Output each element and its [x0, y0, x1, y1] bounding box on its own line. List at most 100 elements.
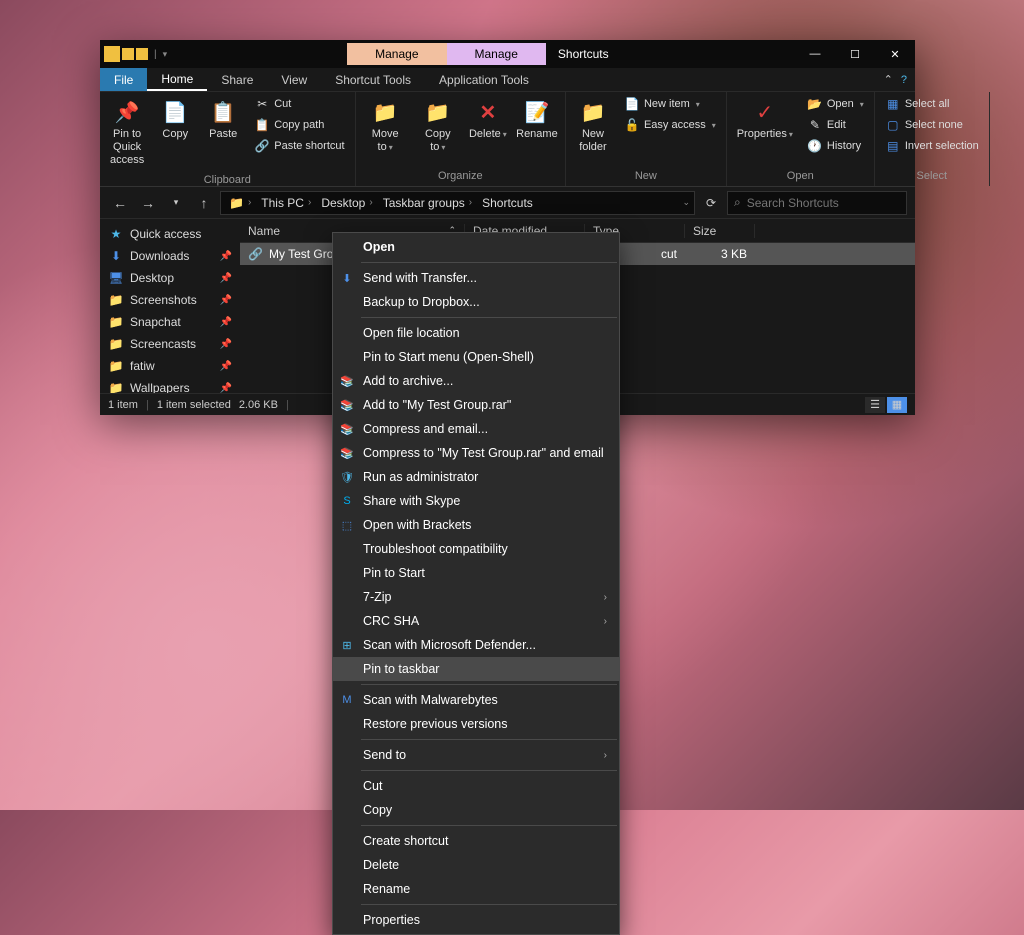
rename-button[interactable]: 📝 Rename [513, 94, 561, 145]
paste-button[interactable]: 📋 Paste [200, 94, 246, 145]
ctx-pin-start-shell[interactable]: Pin to Start menu (Open-Shell) [333, 345, 619, 369]
breadcrumb-dropdown-icon[interactable]: ⌄ [682, 197, 690, 208]
pin-quick-access-button[interactable]: 📌 Pin to Quick access [104, 94, 150, 172]
shortcut-icon: 🔗 [254, 138, 270, 154]
ctx-cut[interactable]: Cut [333, 774, 619, 798]
breadcrumb-item[interactable]: Desktop› [317, 196, 376, 210]
back-button[interactable]: ← [108, 191, 132, 215]
select-all-button[interactable]: ▦Select all [879, 94, 985, 114]
nav-screenshots[interactable]: 📁Screenshots📌 [100, 289, 240, 311]
copy-to-button[interactable]: 📁 Copy to▾ [413, 94, 463, 158]
tab-view[interactable]: View [267, 68, 321, 91]
breadcrumb[interactable]: 📁› This PC› Desktop› Taskbar groups› Sho… [220, 191, 695, 215]
new-item-button[interactable]: 📄New item▾ [618, 94, 722, 114]
copy-icon: 📄 [161, 98, 189, 126]
invert-selection-button[interactable]: ▤Invert selection [879, 136, 985, 156]
nav-wallpapers[interactable]: 📁Wallpapers📌 [100, 377, 240, 393]
titlebar[interactable]: | ▾ Manage Manage Shortcuts — ☐ ✕ [100, 40, 915, 68]
copy-path-button[interactable]: 📋Copy path [248, 115, 350, 135]
ctx-pin-start[interactable]: Pin to Start [333, 561, 619, 585]
properties-icon: ✓ [751, 98, 779, 126]
view-details-button[interactable]: ☰ [865, 397, 885, 413]
ctx-backup-dropbox[interactable]: Backup to Dropbox... [333, 290, 619, 314]
breadcrumb-item[interactable]: Shortcuts [478, 196, 537, 210]
move-to-button[interactable]: 📁 Move to▾ [360, 94, 411, 158]
ctx-tab-shortcut[interactable]: Manage [347, 43, 446, 65]
delete-button[interactable]: ✕ Delete▾ [465, 94, 511, 145]
ctx-add-archive[interactable]: 📚Add to archive... [333, 369, 619, 393]
maximize-button[interactable]: ☐ [835, 40, 875, 68]
breadcrumb-item[interactable]: This PC› [257, 196, 315, 210]
nav-screencasts[interactable]: 📁Screencasts📌 [100, 333, 240, 355]
ctx-tab-application[interactable]: Manage [447, 43, 546, 65]
forward-button[interactable]: → [136, 191, 160, 215]
tab-file[interactable]: File [100, 68, 147, 91]
ctx-delete[interactable]: Delete [333, 853, 619, 877]
ctx-scan-malwarebytes[interactable]: MScan with Malwarebytes [333, 688, 619, 712]
search-input[interactable] [747, 196, 902, 210]
ctx-scan-defender[interactable]: ⊞Scan with Microsoft Defender... [333, 633, 619, 657]
ctx-crc-sha[interactable]: CRC SHA› [333, 609, 619, 633]
nav-desktop[interactable]: 🖥Desktop📌 [100, 267, 240, 289]
tab-shortcut-tools[interactable]: Shortcut Tools [321, 68, 425, 91]
cut-button[interactable]: ✂Cut [248, 94, 350, 114]
view-icons-button[interactable]: ▦ [887, 397, 907, 413]
ctx-run-admin[interactable]: 🛡Run as administrator [333, 465, 619, 489]
copy-to-icon: 📁 [424, 98, 452, 126]
ctx-compress-rar-email[interactable]: 📚Compress to "My Test Group.rar" and ema… [333, 441, 619, 465]
up-button[interactable]: ↑ [192, 191, 216, 215]
qat-dropdown-icon[interactable]: ▾ [163, 49, 168, 60]
ctx-open-location[interactable]: Open file location [333, 321, 619, 345]
edit-button[interactable]: ✎Edit [801, 115, 870, 135]
brackets-icon: ⬚ [339, 517, 355, 533]
nav-fatiw[interactable]: 📁fatiw📌 [100, 355, 240, 377]
nav-downloads[interactable]: ⬇Downloads📌 [100, 245, 240, 267]
ctx-send-to[interactable]: Send to› [333, 743, 619, 767]
collapse-ribbon-icon[interactable]: ⌃ [884, 73, 893, 86]
ctx-create-shortcut[interactable]: Create shortcut [333, 829, 619, 853]
ctx-rename[interactable]: Rename [333, 877, 619, 901]
chevron-right-icon: › [604, 750, 607, 761]
paste-icon: 📋 [209, 98, 237, 126]
tab-share[interactable]: Share [207, 68, 267, 91]
tab-application-tools[interactable]: Application Tools [425, 68, 543, 91]
tab-home[interactable]: Home [147, 68, 207, 91]
ctx-send-transfer[interactable]: ⬇Send with Transfer... [333, 266, 619, 290]
ctx-troubleshoot[interactable]: Troubleshoot compatibility [333, 537, 619, 561]
ctx-open-brackets[interactable]: ⬚Open with Brackets [333, 513, 619, 537]
navigation-pane[interactable]: ★Quick access ⬇Downloads📌 🖥Desktop📌 📁Scr… [100, 219, 240, 393]
open-button[interactable]: 📂Open▾ [801, 94, 870, 114]
easy-access-button[interactable]: 🔓Easy access▾ [618, 115, 722, 135]
nav-snapchat[interactable]: 📁Snapchat📌 [100, 311, 240, 333]
breadcrumb-item[interactable]: Taskbar groups› [379, 196, 476, 210]
ctx-restore-versions[interactable]: Restore previous versions [333, 712, 619, 736]
ctx-properties[interactable]: Properties [333, 908, 619, 932]
select-none-button[interactable]: ▢Select none [879, 115, 985, 135]
breadcrumb-root-icon[interactable]: 📁› [225, 196, 255, 210]
ctx-pin-taskbar[interactable]: Pin to taskbar [333, 657, 619, 681]
ctx-add-rar[interactable]: 📚Add to "My Test Group.rar" [333, 393, 619, 417]
ribbon-group-organize: 📁 Move to▾ 📁 Copy to▾ ✕ Delete▾ 📝 Rename… [356, 92, 566, 186]
properties-button[interactable]: ✓ Properties▾ [731, 94, 799, 145]
new-folder-button[interactable]: 📁 New folder [570, 94, 616, 158]
download-icon: ⬇ [108, 248, 124, 264]
ctx-open[interactable]: Open [333, 235, 619, 259]
close-button[interactable]: ✕ [875, 40, 915, 68]
ctx-copy[interactable]: Copy [333, 798, 619, 822]
ctx-7zip[interactable]: 7-Zip› [333, 585, 619, 609]
ctx-compress-email[interactable]: 📚Compress and email... [333, 417, 619, 441]
recent-dropdown[interactable]: ▾ [164, 191, 188, 215]
help-icon[interactable]: ? [901, 74, 907, 86]
column-size[interactable]: Size [685, 224, 755, 238]
search-box[interactable]: ⌕ [727, 191, 907, 215]
move-icon: 📁 [371, 98, 399, 126]
history-button[interactable]: 🕐History [801, 136, 870, 156]
copy-button[interactable]: 📄 Copy [152, 94, 198, 145]
ctx-share-skype[interactable]: SShare with Skype [333, 489, 619, 513]
paste-shortcut-button[interactable]: 🔗Paste shortcut [248, 136, 350, 156]
pin-icon: 📌 [220, 317, 232, 328]
refresh-button[interactable]: ⟳ [699, 191, 723, 215]
minimize-button[interactable]: — [795, 40, 835, 68]
nav-quick-access[interactable]: ★Quick access [100, 223, 240, 245]
contextual-tabs: Manage Manage [347, 43, 546, 65]
